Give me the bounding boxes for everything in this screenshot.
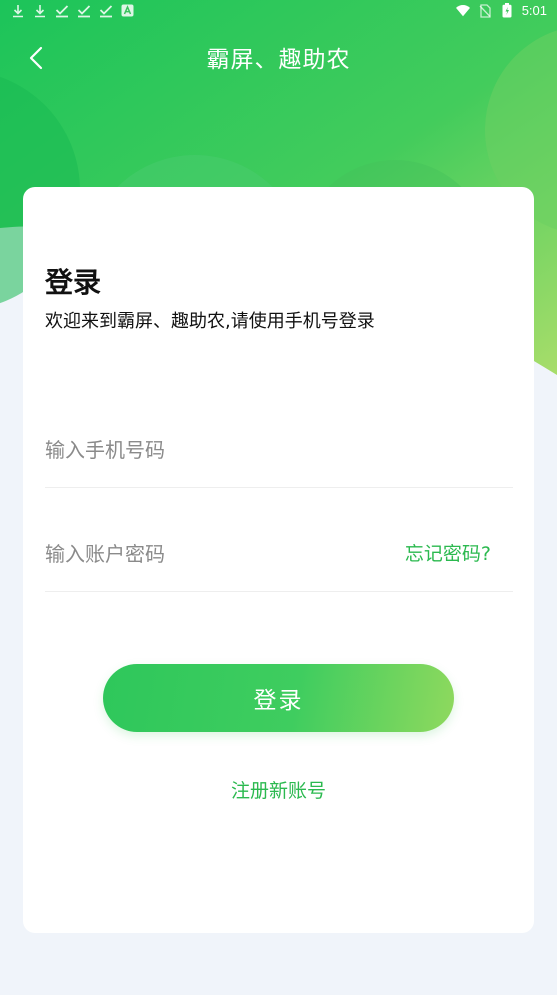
download-icon <box>32 3 47 18</box>
check-icon <box>54 3 69 18</box>
status-bar: 5:01 <box>0 0 557 24</box>
status-notifications <box>10 3 135 18</box>
a-badge-icon <box>120 3 135 18</box>
forgot-password-link[interactable]: 忘记密码? <box>405 537 491 571</box>
phone-field <box>45 413 513 488</box>
check-icon <box>76 3 91 18</box>
page-title: 霸屏、趣助农 <box>206 47 351 73</box>
login-button[interactable]: 登录 <box>103 664 454 732</box>
check-icon <box>98 3 113 18</box>
login-subtitle: 欢迎来到霸屏、趣助农,请使用手机号登录 <box>45 311 375 332</box>
password-field: 忘记密码? <box>45 517 513 592</box>
battery-icon <box>500 3 514 18</box>
download-icon <box>10 3 25 18</box>
no-sim-icon <box>478 3 492 18</box>
status-time: 5:01 <box>521 3 547 18</box>
register-link[interactable]: 注册新账号 <box>23 777 534 805</box>
wifi-icon <box>455 4 470 18</box>
password-input[interactable] <box>45 537 375 571</box>
login-card: 登录 欢迎来到霸屏、趣助农,请使用手机号登录 忘记密码? 登录 注册新账号 <box>23 187 534 933</box>
status-system: 5:01 <box>455 3 547 18</box>
phone-input[interactable] <box>45 433 375 467</box>
login-heading: 登录 <box>45 266 102 299</box>
